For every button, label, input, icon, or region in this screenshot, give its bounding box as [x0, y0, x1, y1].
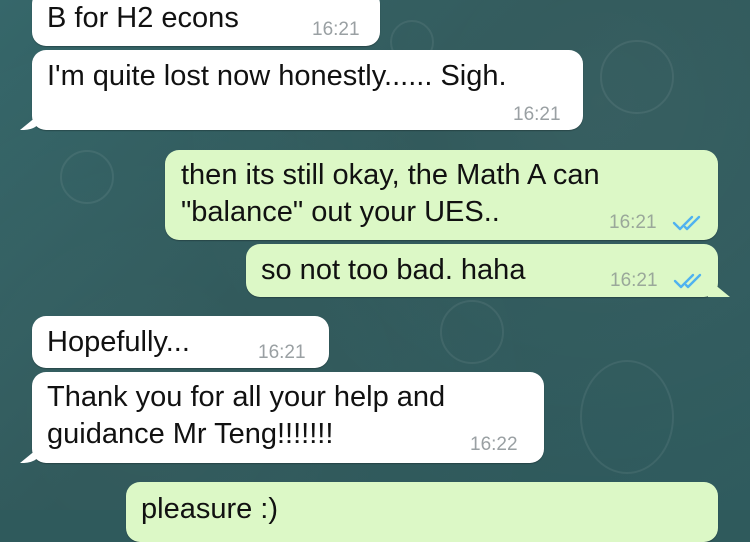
message-timestamp: 16:21: [312, 19, 360, 40]
message-timestamp: 16:21: [258, 342, 306, 363]
message-timestamp: 16:22: [470, 434, 518, 455]
read-double-tick-icon: [672, 215, 701, 231]
message-text: I'm quite lost now honestly...... Sigh.: [47, 60, 507, 92]
wallpaper-doodle: [60, 150, 114, 204]
incoming-message-bubble[interactable]: I'm quite lost now honestly...... Sigh. …: [32, 50, 583, 130]
message-timestamp: 16:21: [609, 212, 657, 233]
message-text: so not too bad. haha: [261, 254, 526, 286]
message-text: "balance" out your UES..: [181, 196, 500, 228]
outgoing-message-bubble[interactable]: so not too bad. haha 16:21: [246, 244, 718, 297]
outgoing-message-bubble[interactable]: pleasure :): [126, 482, 718, 542]
wallpaper-doodle: [580, 360, 674, 474]
read-double-tick-icon: [673, 273, 702, 289]
wallpaper-doodle: [440, 300, 504, 364]
message-text: Thank you for all your help and: [47, 381, 446, 413]
message-text: Hopefully...: [47, 326, 190, 358]
incoming-message-bubble[interactable]: Hopefully... 16:21: [32, 316, 329, 368]
message-text: guidance Mr Teng!!!!!!!: [47, 418, 334, 450]
incoming-message-bubble[interactable]: B for H2 econs 16:21: [32, 0, 380, 46]
message-timestamp: 16:21: [610, 270, 658, 291]
message-timestamp: 16:21: [513, 104, 561, 125]
incoming-message-bubble[interactable]: Thank you for all your help and guidance…: [32, 372, 544, 463]
wallpaper-doodle: [600, 40, 674, 114]
message-text: B for H2 econs: [47, 2, 239, 34]
message-text: then its still okay, the Math A can: [181, 159, 600, 191]
outgoing-message-bubble[interactable]: then its still okay, the Math A can "bal…: [165, 150, 718, 240]
